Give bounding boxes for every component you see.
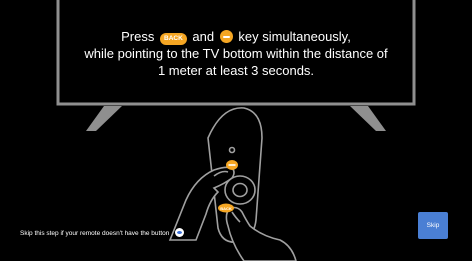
- instruction-line-3: 1 meter at least 3 seconds.: [157, 63, 315, 78]
- minus-key-icon: [219, 30, 233, 43]
- skip-note: Skip this step if your remote doesn't ha…: [20, 228, 185, 237]
- remote-back-key-label: BACK: [220, 206, 232, 211]
- lower-hand: [225, 206, 297, 261]
- tv-leg-right: [350, 106, 386, 131]
- remote-back-key: BACK: [218, 203, 234, 213]
- instruction-line-2: while pointing to the TV bottom within t…: [84, 46, 388, 61]
- skip-button[interactable]: Skip: [418, 212, 448, 239]
- back-key-badge: BACK: [160, 33, 187, 45]
- skip-note-text: Skip this step if your remote doesn't ha…: [20, 230, 170, 237]
- pairing-instruction: Press BACK and key simultaneously, while…: [60, 28, 412, 79]
- instruction-line-1: Press BACK and key simultaneously,: [121, 29, 351, 45]
- remote-minus-key: [226, 160, 238, 170]
- info-icon: [175, 228, 185, 237]
- tv-leg-left: [86, 106, 122, 131]
- pairing-screen: BACK Press BACK and key simultaneously, …: [0, 0, 472, 261]
